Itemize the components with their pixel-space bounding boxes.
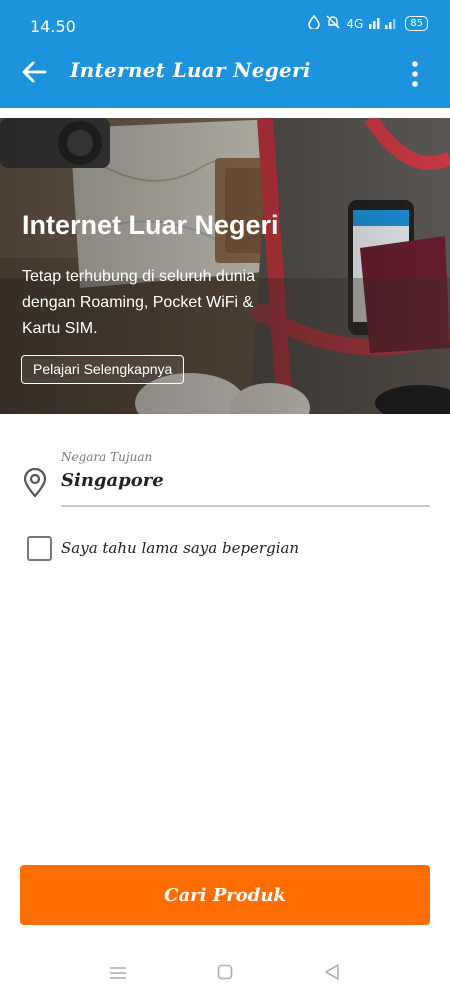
travel-duration-label: Saya tahu lama saya bepergian [61, 539, 300, 557]
destination-value[interactable]: Singapore [61, 470, 164, 491]
arrow-left-icon [21, 60, 47, 88]
status-bar: 14.50 4G 85 [0, 0, 450, 40]
hero-description: Tetap terhubung di seluruh dunia dengan … [22, 268, 256, 337]
signal-icon [369, 15, 399, 32]
menu-lines-icon [109, 965, 127, 984]
search-products-button[interactable]: Cari Produk [20, 865, 430, 925]
status-time: 14.50 [30, 17, 76, 36]
more-vertical-icon [412, 61, 418, 91]
nav-back-button[interactable] [320, 962, 344, 986]
water-drop-icon [308, 14, 321, 32]
battery-icon: 85 [405, 16, 428, 31]
learn-more-button[interactable]: Pelajari Selengkapnya [21, 355, 185, 384]
silent-bell-icon [326, 15, 340, 32]
destination-underline [61, 505, 430, 507]
triangle-back-icon [324, 963, 340, 985]
recent-apps-button[interactable] [106, 962, 130, 986]
square-icon [217, 964, 233, 984]
status-icons: 4G 85 [308, 14, 428, 32]
hero-title: Internet Luar Negeri [22, 210, 279, 240]
app-bar: Internet Luar Negeri [0, 40, 450, 108]
back-button[interactable] [14, 54, 54, 94]
page-title: Internet Luar Negeri [70, 58, 311, 82]
header-gap [0, 108, 450, 118]
travel-duration-checkbox[interactable] [27, 535, 52, 561]
hero-banner: Internet Luar Negeri Tetap terhubung di … [0, 118, 450, 414]
home-button[interactable] [213, 962, 237, 986]
more-options-button[interactable] [400, 56, 430, 96]
destination-label: Negara Tujuan [61, 450, 153, 464]
system-nav-bar [0, 950, 450, 1000]
travel-duration-option[interactable]: Saya tahu lama saya bepergian [27, 535, 299, 561]
destination-field[interactable]: Negara Tujuan Singapore [20, 446, 430, 508]
network-type-label: 4G [346, 16, 364, 31]
location-pin-icon [22, 467, 48, 498]
